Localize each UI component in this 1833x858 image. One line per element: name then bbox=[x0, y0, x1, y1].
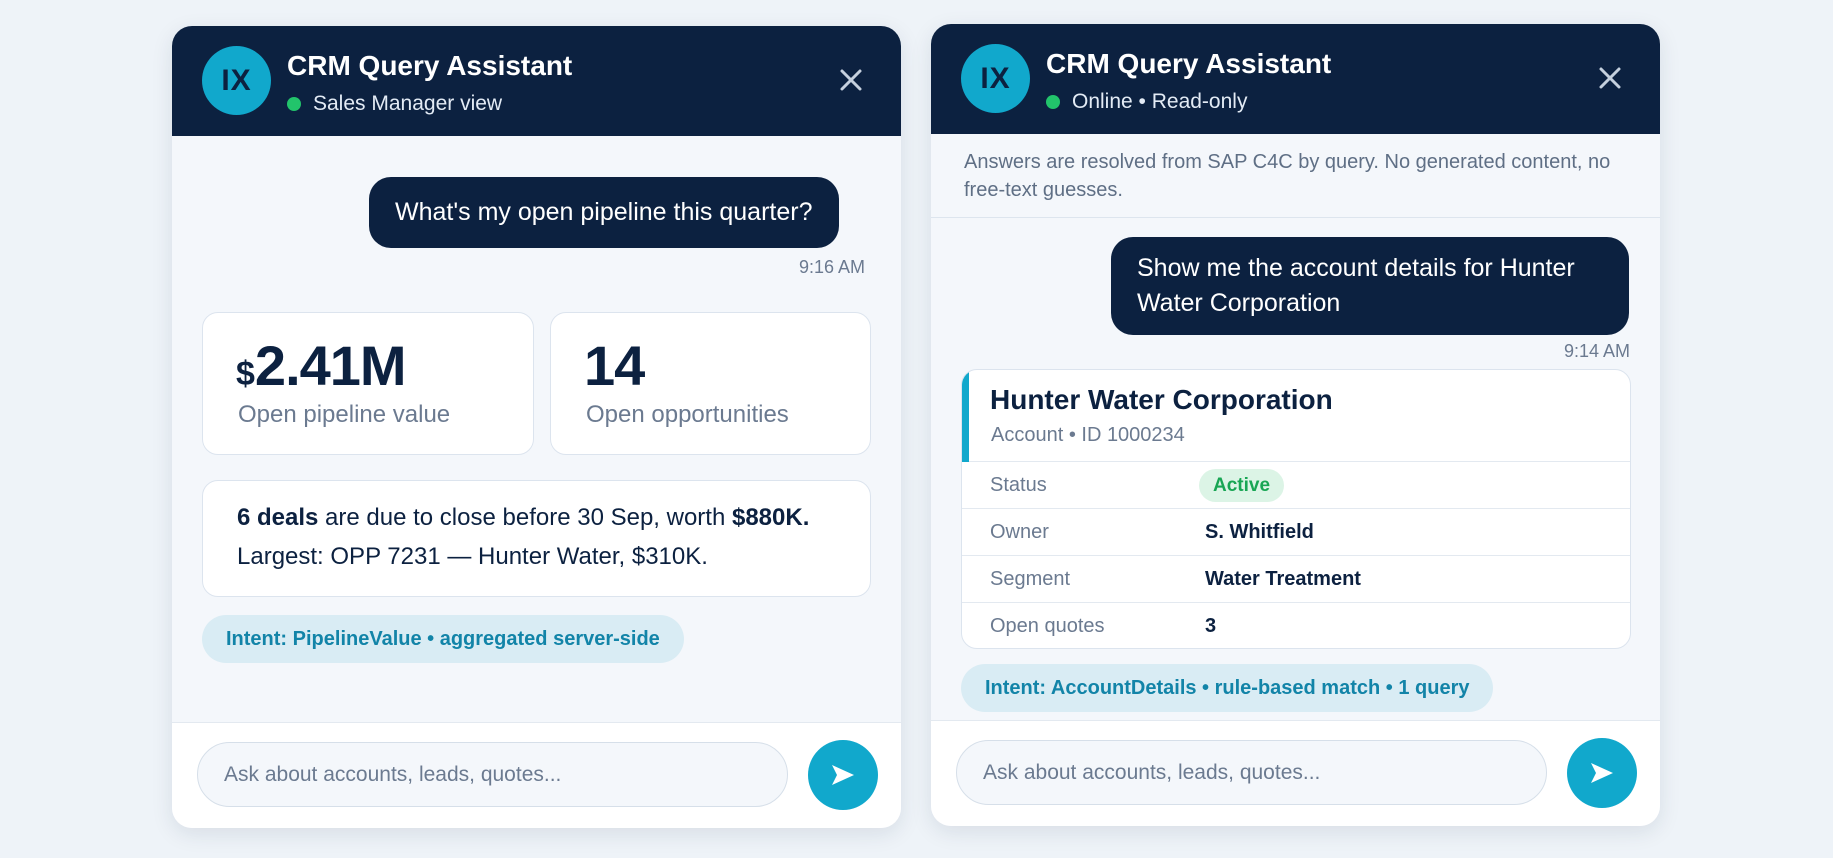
pipeline-summary: 6 deals are due to close before 30 Sep, … bbox=[202, 480, 871, 597]
metric-caption: Open pipeline value bbox=[238, 401, 451, 428]
chat-header: IX CRM Query Assistant Online • Read-onl… bbox=[931, 24, 1660, 134]
message-input[interactable] bbox=[956, 740, 1547, 805]
close-button[interactable] bbox=[1590, 58, 1630, 98]
send-icon bbox=[832, 765, 854, 785]
chat-panel-left: IX CRM Query Assistant Sales Manager vie… bbox=[172, 26, 901, 828]
source-notice: Answers are resolved from SAP C4C by que… bbox=[931, 134, 1660, 218]
chat-status-label: Sales Manager view bbox=[313, 92, 503, 115]
chat-footer bbox=[931, 720, 1660, 826]
message-timestamp: 9:14 AM bbox=[1563, 341, 1630, 361]
user-message: What's my open pipeline this quarter? bbox=[369, 177, 839, 248]
status-badge: Active bbox=[1199, 469, 1285, 502]
intent-chip: Intent: PipelineValue • aggregated serve… bbox=[202, 615, 684, 663]
status-dot-icon bbox=[1046, 95, 1060, 109]
send-icon bbox=[1591, 763, 1613, 783]
account-card: Hunter Water Corporation Account • ID 10… bbox=[961, 369, 1631, 649]
send-button[interactable] bbox=[1567, 738, 1637, 808]
metric-card-opportunities: 14 Open opportunities bbox=[550, 312, 871, 455]
account-card-header: Hunter Water Corporation Account • ID 10… bbox=[962, 370, 1630, 462]
message-input[interactable] bbox=[197, 742, 788, 807]
account-row-segment: Segment Water Treatment bbox=[962, 556, 1630, 603]
chat-status: Online • Read-only bbox=[1046, 90, 1247, 114]
chat-status: Sales Manager view bbox=[287, 92, 502, 116]
metric-value: 14 bbox=[584, 334, 645, 397]
metric-card-pipeline: $2.41M Open pipeline value bbox=[202, 312, 534, 455]
chat-status-label: Online • Read-only bbox=[1072, 90, 1248, 113]
status-dot-icon bbox=[287, 97, 301, 111]
close-icon bbox=[840, 69, 862, 91]
account-row-status: Status Active bbox=[962, 462, 1630, 509]
chat-title: CRM Query Assistant bbox=[287, 50, 573, 81]
intent-chip: Intent: AccountDetails • rule-based matc… bbox=[961, 664, 1494, 712]
account-name: Hunter Water Corporation bbox=[990, 384, 1333, 415]
chat-panel-right: IX CRM Query Assistant Online • Read-onl… bbox=[931, 24, 1660, 826]
accent-bar bbox=[962, 370, 969, 462]
message-timestamp: 9:16 AM bbox=[798, 257, 865, 277]
user-message: Show me the account details for Hunter W… bbox=[1111, 237, 1629, 335]
chat-header: IX CRM Query Assistant Sales Manager vie… bbox=[172, 26, 901, 136]
account-subtitle: Account • ID 1000234 bbox=[991, 424, 1185, 446]
send-button[interactable] bbox=[808, 740, 878, 810]
chat-footer bbox=[172, 722, 901, 828]
assistant-avatar: IX bbox=[961, 44, 1030, 113]
assistant-avatar: IX bbox=[202, 46, 271, 115]
account-row-owner: Owner S. Whitfield bbox=[962, 509, 1630, 556]
chat-title: CRM Query Assistant bbox=[1046, 48, 1332, 79]
account-row-open-quotes: Open quotes 3 bbox=[990, 615, 1217, 637]
close-icon bbox=[1599, 67, 1621, 89]
metric-caption: Open opportunities bbox=[586, 401, 789, 428]
metric-value: $2.41M bbox=[236, 334, 407, 397]
close-button[interactable] bbox=[831, 60, 871, 100]
